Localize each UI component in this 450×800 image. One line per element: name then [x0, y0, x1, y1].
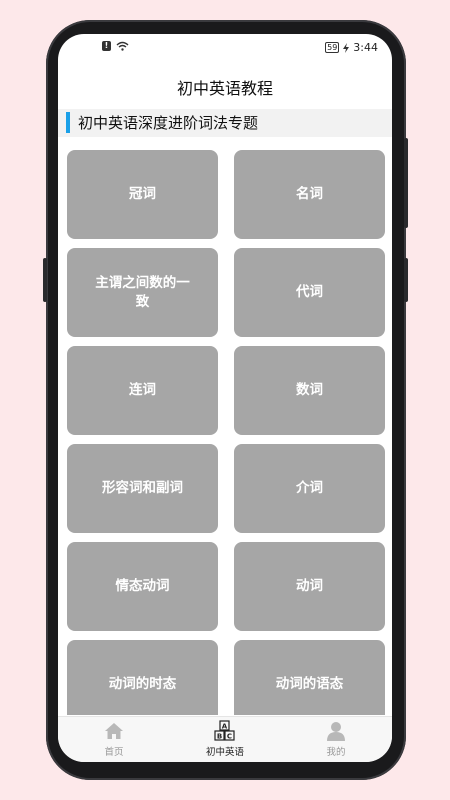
svg-text:B: B: [217, 733, 222, 741]
topic-card[interactable]: 代词: [234, 248, 385, 337]
charging-icon: [343, 42, 350, 53]
topic-card[interactable]: 名词: [234, 150, 385, 239]
bottom-tab-bar: 首页 A B C 初中英语 我的: [58, 716, 392, 762]
tab-mine[interactable]: 我的: [296, 721, 376, 758]
topic-card[interactable]: 数词: [234, 346, 385, 435]
topic-card[interactable]: 动词的语态: [234, 640, 385, 715]
section-title: 初中英语深度进阶词法专题: [78, 114, 259, 132]
wifi-icon: [116, 41, 129, 51]
topic-card[interactable]: 情态动词: [67, 542, 218, 631]
topic-grid: 冠词 名词 主谓之间数的一致 代词 连词 数词 形容词和副词 介词 情态动词 动…: [58, 137, 392, 715]
tab-junior-english-label: 初中英语: [205, 747, 244, 758]
status-time: 3:44: [353, 41, 378, 54]
topic-card[interactable]: 连词: [67, 346, 218, 435]
app-screen: ! 59 3:44 初中英语教程 初中英语深度进阶词法专题 冠词 名词 主谓之间…: [58, 34, 392, 762]
tab-home[interactable]: 首页: [74, 721, 154, 758]
topic-card[interactable]: 主谓之间数的一致: [67, 248, 218, 337]
tab-mine-label: 我的: [326, 747, 346, 758]
battery-icon: 59: [325, 42, 340, 53]
tab-junior-english[interactable]: A B C 初中英语: [185, 720, 265, 758]
topic-card[interactable]: 动词: [234, 542, 385, 631]
status-bar: ! 59 3:44: [58, 34, 392, 62]
topic-card[interactable]: 形容词和副词: [67, 444, 218, 533]
tab-home-label: 首页: [104, 747, 124, 758]
page-title: 初中英语教程: [176, 79, 273, 98]
topic-card[interactable]: 介词: [234, 444, 385, 533]
svg-text:C: C: [227, 733, 232, 741]
user-icon: [327, 722, 345, 741]
section-header: 初中英语深度进阶词法专题: [58, 109, 392, 137]
svg-text:A: A: [222, 723, 228, 731]
side-button: [404, 258, 408, 302]
home-icon: [105, 723, 123, 739]
section-accent-bar: [66, 112, 70, 133]
topic-card[interactable]: 动词的时态: [67, 640, 218, 715]
power-button: [404, 138, 408, 228]
volume-button: [43, 258, 47, 302]
alert-icon: !: [102, 41, 111, 51]
topic-card[interactable]: 冠词: [67, 150, 218, 239]
abc-blocks-icon: A B C: [214, 720, 235, 741]
